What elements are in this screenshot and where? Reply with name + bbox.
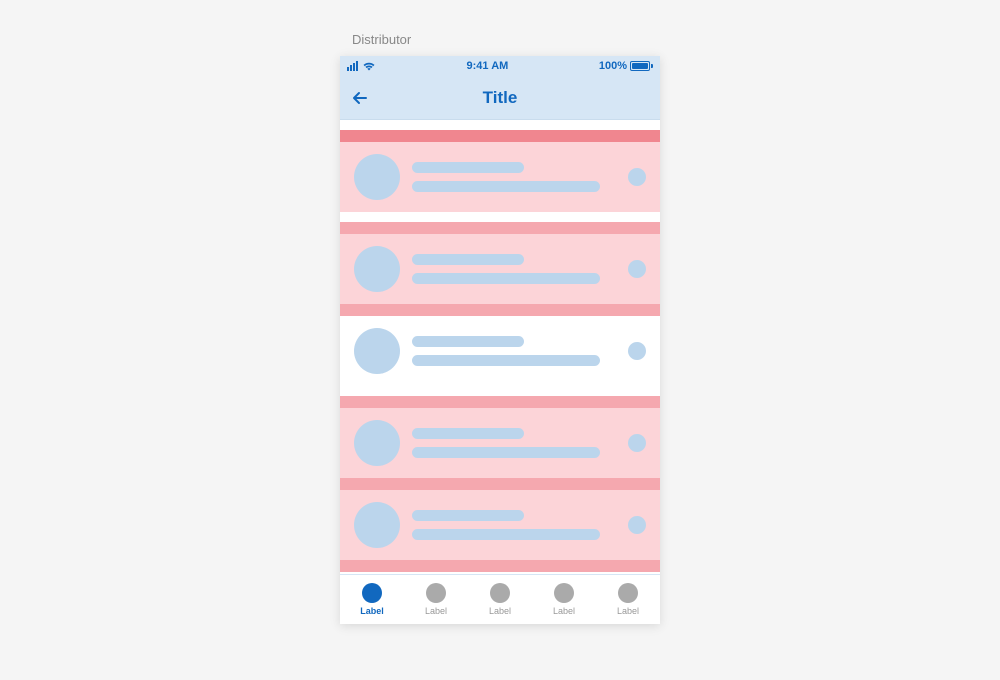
section-header — [340, 304, 660, 316]
list-item-text — [412, 510, 616, 540]
tab-label: Label — [425, 606, 447, 616]
list-item-text — [412, 254, 616, 284]
list-item-text — [412, 336, 616, 366]
back-button[interactable] — [350, 76, 370, 119]
tab-icon — [426, 583, 446, 603]
tab-item-5[interactable]: Label — [596, 575, 660, 624]
avatar — [354, 154, 400, 200]
nav-bar: Title — [340, 76, 660, 120]
tab-icon — [362, 583, 382, 603]
action-icon[interactable] — [628, 342, 646, 360]
list-item[interactable] — [340, 316, 660, 386]
battery-icon — [630, 61, 653, 71]
status-bar: 9:41 AM 100% — [340, 56, 660, 76]
tab-label: Label — [617, 606, 639, 616]
list-item[interactable] — [340, 408, 660, 478]
action-icon[interactable] — [628, 434, 646, 452]
tab-item-2[interactable]: Label — [404, 575, 468, 624]
list-item-text — [412, 428, 616, 458]
list-item[interactable] — [340, 142, 660, 212]
tab-icon — [554, 583, 574, 603]
list-item[interactable] — [340, 234, 660, 304]
tab-label: Label — [360, 606, 384, 616]
tab-icon — [490, 583, 510, 603]
action-icon[interactable] — [628, 168, 646, 186]
battery-percent: 100% — [599, 60, 627, 72]
section-header — [340, 222, 660, 234]
wifi-icon — [362, 61, 376, 71]
arrow-left-icon — [350, 88, 370, 108]
signal-icon — [347, 61, 358, 71]
section-header — [340, 130, 660, 142]
avatar — [354, 502, 400, 548]
tab-icon — [618, 583, 638, 603]
device-frame: 9:41 AM 100% Title — [340, 56, 660, 624]
page-title: Title — [483, 88, 518, 108]
list-item-text — [412, 162, 616, 192]
list-content[interactable] — [340, 120, 660, 574]
action-icon[interactable] — [628, 516, 646, 534]
avatar — [354, 246, 400, 292]
list-item[interactable] — [340, 490, 660, 560]
tab-label: Label — [489, 606, 511, 616]
tab-item-1[interactable]: Label — [340, 575, 404, 624]
tab-item-4[interactable]: Label — [532, 575, 596, 624]
section-header — [340, 560, 660, 572]
status-time: 9:41 AM — [467, 60, 509, 72]
tab-label: Label — [553, 606, 575, 616]
section-header — [340, 396, 660, 408]
avatar — [354, 328, 400, 374]
section-header — [340, 478, 660, 490]
action-icon[interactable] — [628, 260, 646, 278]
frame-label: Distributor — [352, 32, 411, 47]
avatar — [354, 420, 400, 466]
tab-item-3[interactable]: Label — [468, 575, 532, 624]
tab-bar: Label Label Label Label Label — [340, 574, 660, 624]
